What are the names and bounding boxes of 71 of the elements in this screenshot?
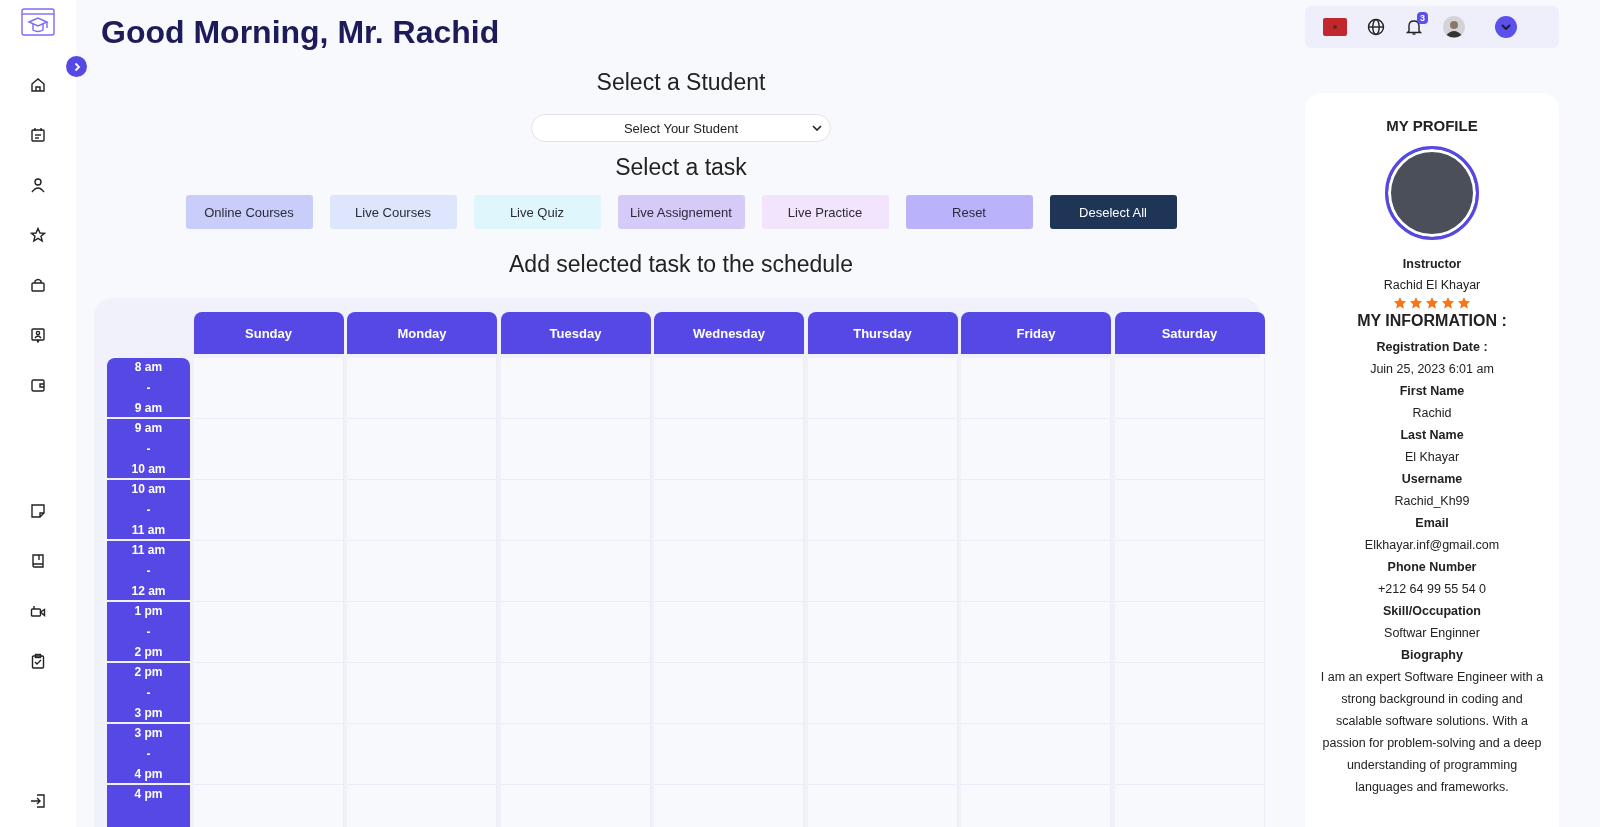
- chevron-down-icon: [1501, 24, 1511, 30]
- field-value: I am an expert Software Engineer with a strong background in coding and scalable software solutions. With a passion for problem-solving and a deep understanding of programming languages and frameworks.: [1319, 669, 1545, 796]
- contact-card-icon: [30, 327, 46, 343]
- day-header: Sunday: [193, 312, 344, 354]
- note-icon: [30, 503, 46, 519]
- user-icon: [30, 177, 46, 193]
- field-label: Biography: [1401, 647, 1463, 664]
- caret-icon: [812, 125, 822, 131]
- field-label: Last Name: [1400, 427, 1464, 444]
- time-slot-label: 8 am - 9 am: [107, 358, 190, 417]
- task-button[interactable]: Live Assignement: [617, 195, 745, 229]
- star-icon: [1441, 296, 1455, 310]
- star-icon: [1409, 296, 1423, 310]
- wallet-icon: [30, 377, 46, 393]
- field-value: Rachid_Kh99: [1394, 493, 1470, 510]
- field-label: Email: [1415, 515, 1449, 532]
- profile-name: Rachid El Khayar: [1383, 277, 1481, 294]
- logout-icon: [30, 793, 46, 809]
- day-header: Monday: [347, 312, 497, 354]
- profile-title: MY PROFILE: [1386, 117, 1478, 134]
- greeting-title: Good Morning, Mr. Rachid: [101, 14, 500, 51]
- globe-icon[interactable]: [1367, 18, 1385, 36]
- section-title: Add selected task to the schedule: [509, 251, 853, 278]
- star-icon: [1393, 296, 1407, 310]
- field-value: El Khayar: [1404, 449, 1460, 466]
- section-title: Select a Student: [596, 69, 766, 96]
- field-label: Phone Number: [1387, 559, 1477, 576]
- task-button[interactable]: Live Courses: [329, 195, 457, 229]
- field-value: Elkhayar.inf@gmail.com: [1364, 537, 1500, 554]
- field-value: Juin 25, 2023 6:01 am: [1370, 361, 1494, 378]
- day-header: Tuesday: [500, 312, 651, 354]
- flag-icon[interactable]: [1323, 18, 1347, 36]
- information-title: MY INFORMATION :: [1357, 312, 1507, 330]
- time-slot-label: 4 pm: [107, 785, 190, 827]
- video-camera-icon: [30, 603, 46, 619]
- day-header: Friday: [961, 312, 1111, 354]
- section-title: Select a task: [615, 154, 747, 181]
- home-icon: [30, 77, 46, 93]
- star-icon: [30, 227, 46, 243]
- day-header: Wednesday: [654, 312, 804, 354]
- field-label: Skill/Occupation: [1383, 603, 1481, 620]
- time-slot-label: 10 am - 11 am: [107, 480, 190, 539]
- field-label: First Name: [1399, 383, 1465, 400]
- field-label: Username: [1401, 471, 1463, 488]
- star-icon: [1457, 296, 1471, 310]
- avatar-icon[interactable]: [1443, 16, 1465, 38]
- field-value: +212 64 99 55 54 0: [1377, 581, 1487, 598]
- task-button[interactable]: Live Practice: [761, 195, 889, 229]
- field-value: Softwar Enginner: [1384, 625, 1480, 642]
- student-select[interactable]: Select Your Student: [531, 114, 831, 142]
- time-slot-label: 2 pm - 3 pm: [107, 663, 190, 722]
- time-slot-label: 9 am - 10 am: [107, 419, 190, 478]
- time-slot-label: 3 pm - 4 pm: [107, 724, 190, 783]
- time-slot-label: 1 pm - 2 pm: [107, 602, 190, 661]
- day-header: Saturday: [1114, 312, 1265, 354]
- bag-icon: [30, 277, 46, 293]
- star-icon: [1425, 296, 1439, 310]
- notification-badge: 3: [1417, 12, 1428, 24]
- account-menu-button[interactable]: [1495, 16, 1517, 38]
- clipboard-check-icon: [30, 653, 46, 669]
- time-slot-label: 11 am - 12 am: [107, 541, 190, 600]
- calendar-icon: [30, 127, 46, 143]
- book-icon: [30, 553, 46, 569]
- field-label: Registration Date :: [1376, 339, 1488, 356]
- field-value: Rachid: [1412, 405, 1452, 422]
- task-button[interactable]: Live Quiz: [473, 195, 601, 229]
- day-header: Thursday: [807, 312, 958, 354]
- task-button[interactable]: Online Courses: [185, 195, 313, 229]
- task-button[interactable]: Reset: [905, 195, 1033, 229]
- profile-role: Instructor: [1402, 256, 1462, 273]
- task-button[interactable]: Deselect All: [1049, 195, 1177, 229]
